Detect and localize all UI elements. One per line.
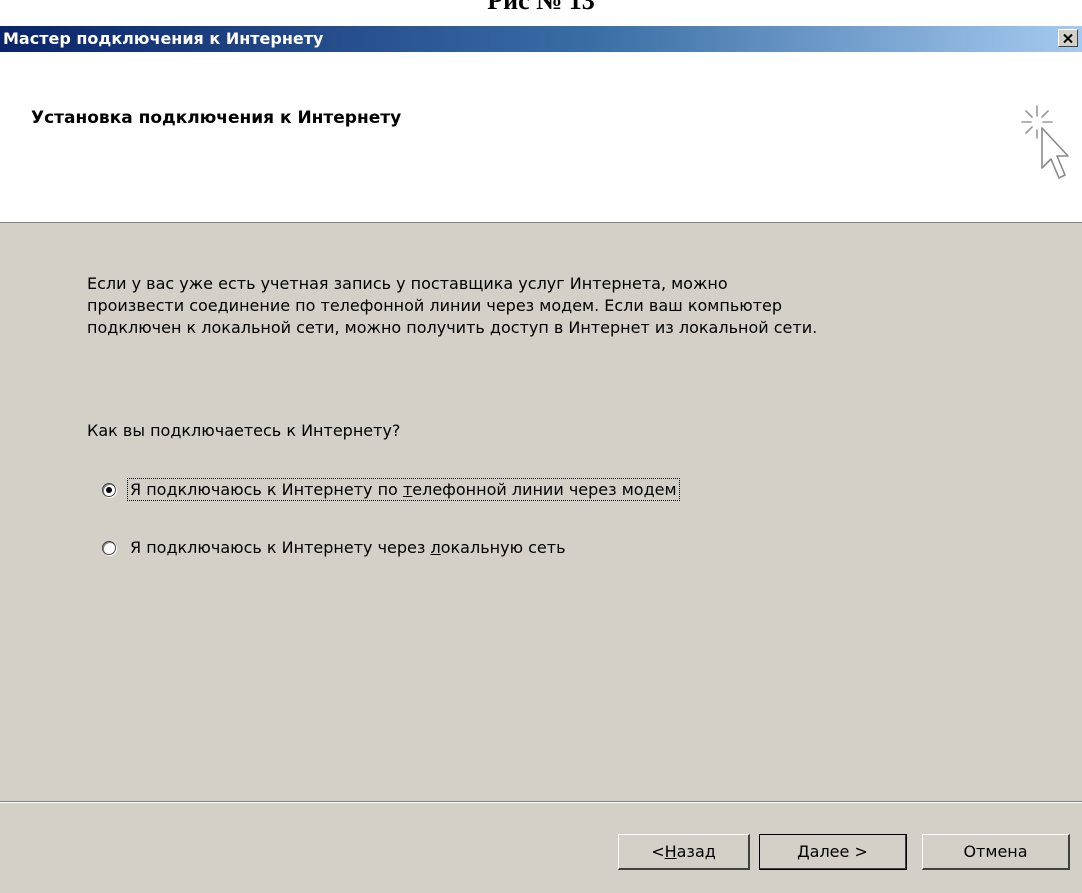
wizard-content: Если у вас уже есть учетная запись у пос… <box>0 223 1082 798</box>
back-button-rest: азад <box>676 842 716 861</box>
figure-caption-text: Рис № 13 <box>487 0 595 15</box>
wizard-cursor-icon <box>1021 105 1069 179</box>
option-lan-label-part2: окальную сеть <box>440 538 566 557</box>
option-lan-label-part1: Я подключаюсь к Интернету через <box>130 538 431 557</box>
title-bar[interactable]: Мастер подключения к Интернету <box>0 26 1082 52</box>
close-icon <box>1063 33 1073 43</box>
option-modem-label-part2: елефонной линии через модем <box>412 480 677 499</box>
page-title: Установка подключения к Интернету <box>31 108 402 128</box>
option-lan-label[interactable]: Я подключаюсь к Интернету через локальну… <box>128 537 568 558</box>
option-modem-label[interactable]: Я подключаюсь к Интернету по телефонной … <box>127 478 680 501</box>
option-lan-label-accel: л <box>430 538 441 557</box>
description-text: Если у вас уже есть учетная запись у пос… <box>87 274 818 337</box>
back-button-accel: Н <box>664 842 677 861</box>
option-modem-label-part1: Я подключаюсь к Интернету по <box>130 480 403 499</box>
cancel-button[interactable]: Отмена <box>922 834 1070 870</box>
wizard-header: Установка подключения к Интернету <box>0 52 1082 223</box>
close-button[interactable] <box>1058 29 1078 47</box>
window-title: Мастер подключения к Интернету <box>3 29 324 48</box>
option-modem[interactable]: Я подключаюсь к Интернету по телефонной … <box>102 478 680 501</box>
radio-modem[interactable] <box>102 482 116 497</box>
back-button-prefix: < <box>651 842 665 861</box>
back-button[interactable]: < Назад <box>618 834 750 870</box>
next-button[interactable]: Далее > <box>759 834 907 870</box>
figure-caption: Рис № 13 <box>0 0 1082 26</box>
option-lan[interactable]: Я подключаюсь к Интернету через локальну… <box>102 537 568 558</box>
radio-lan[interactable] <box>102 540 116 555</box>
question-label: Как вы подключаетесь к Интернету? <box>87 421 401 440</box>
option-modem-label-accel: т <box>402 480 413 499</box>
footer-separator <box>0 801 1082 803</box>
wizard-window: Мастер подключения к Интернету Установка… <box>0 26 1082 893</box>
